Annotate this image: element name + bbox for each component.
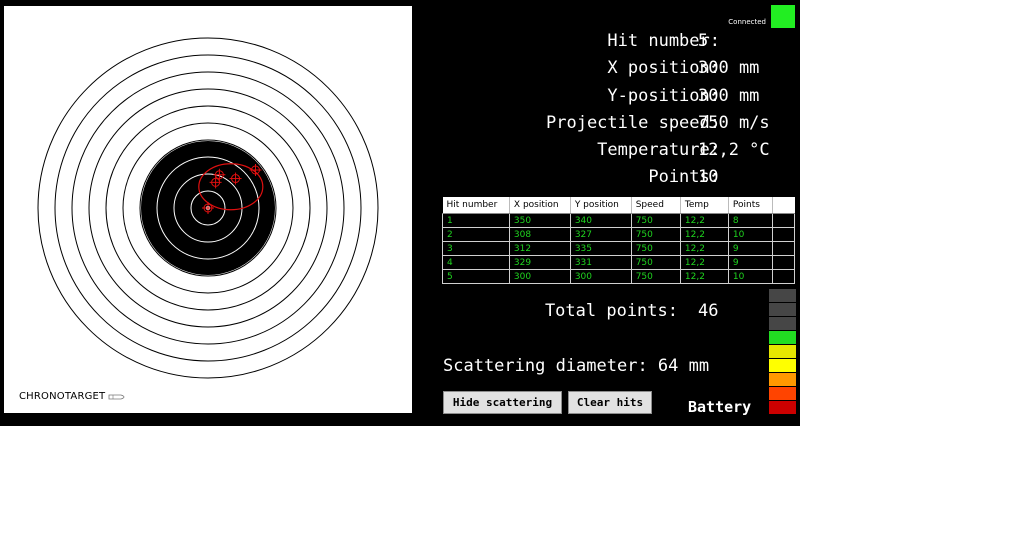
table-cell: 8 (727, 213, 774, 228)
table-cell: 9 (727, 241, 774, 256)
total-points-label: Total points: (544, 301, 678, 321)
battery-segment (769, 387, 796, 401)
x-position-label: X position: (607, 58, 720, 78)
table-cell: 750 (630, 255, 681, 270)
column-header[interactable]: Hit number (442, 197, 510, 214)
points-label: Points: (648, 167, 720, 187)
battery-segment (769, 303, 796, 317)
table-cell (772, 213, 795, 228)
table-cell: 750 (630, 227, 681, 242)
app-window: CHRONOTARGET Connected Hit number: 5 X p… (0, 0, 800, 426)
table-cell: 331 (569, 255, 632, 270)
battery-level-indicator (769, 289, 796, 415)
battery-segment (769, 331, 796, 345)
table-cell: 300 (508, 269, 571, 284)
temperature-label: Temperature: (597, 140, 720, 160)
table-cell: 750 (630, 213, 681, 228)
table-cell: 300 (569, 269, 632, 284)
table-cell: 3 (442, 241, 510, 256)
points-value: 10 (698, 167, 719, 187)
hit-number-value: 5 (698, 31, 709, 51)
table-cell: 12,2 (679, 255, 729, 270)
table-cell: 2 (442, 227, 510, 242)
projectile-speed-label: Projectile speed: (546, 113, 720, 133)
table-cell: 350 (508, 213, 571, 228)
table-cell (772, 241, 795, 256)
clear-hits-button[interactable]: Clear hits (568, 391, 652, 414)
table-cell: 308 (508, 227, 571, 242)
table-cell: 750 (630, 241, 681, 256)
table-cell: 335 (569, 241, 632, 256)
table-row[interactable]: 4 329 331 750 12,2 9 (442, 255, 795, 270)
table-cell: 340 (569, 213, 632, 228)
table-cell: 12,2 (679, 227, 729, 242)
column-header[interactable]: Speed (631, 197, 681, 214)
brand-logo-text: CHRONOTARGET (19, 391, 106, 402)
column-header[interactable]: Temp (680, 197, 729, 214)
table-cell: 1 (442, 213, 510, 228)
table-cell: 12,2 (679, 241, 729, 256)
table-cell: 10 (727, 269, 774, 284)
table-cell (772, 255, 795, 270)
hit-number-label: Hit number: (607, 31, 720, 51)
table-cell: 9 (727, 255, 774, 270)
total-points-value: 46 (698, 301, 719, 321)
battery-label: Battery (688, 398, 752, 416)
table-cell: 5 (442, 269, 510, 284)
table-row[interactable]: 2 308 327 750 12,2 10 (442, 227, 795, 242)
column-header[interactable]: Y position (570, 197, 632, 214)
table-cell: 4 (442, 255, 510, 270)
projectile-speed-value: 750 m/s (698, 113, 770, 133)
battery-segment (769, 401, 796, 415)
table-cell (772, 269, 795, 284)
table-header-row: Hit number X position Y position Speed T… (442, 197, 795, 214)
table-row[interactable]: 5 300 300 750 12,2 10 (442, 269, 795, 284)
table-cell: 327 (569, 227, 632, 242)
table-cell: 329 (508, 255, 571, 270)
target-face (37, 37, 379, 379)
table-row[interactable]: 3 312 335 750 12,2 9 (442, 241, 795, 256)
table-cell: 10 (727, 227, 774, 242)
battery-segment (769, 359, 796, 373)
battery-segment (769, 317, 796, 331)
connection-status-label: Connected (728, 18, 766, 26)
y-position-value: 300 mm (698, 86, 760, 106)
table-row[interactable]: 1 350 340 750 12,2 8 (442, 213, 795, 228)
table-cell: 12,2 (679, 269, 729, 284)
column-header (772, 197, 795, 214)
hide-scattering-button[interactable]: Hide scattering (443, 391, 562, 414)
column-header[interactable]: Points (728, 197, 774, 214)
column-header[interactable]: X position (509, 197, 571, 214)
x-position-value: 300 mm (698, 58, 760, 78)
temperature-value: 12,2 °C (698, 140, 770, 160)
y-position-label: Y-position: (607, 86, 720, 106)
battery-segment (769, 345, 796, 359)
table-cell: 312 (508, 241, 571, 256)
table-cell: 750 (630, 269, 681, 284)
hits-table: Hit number X position Y position Speed T… (442, 197, 795, 284)
table-cell (772, 227, 795, 242)
battery-segment (769, 373, 796, 387)
connection-status-indicator (771, 5, 795, 28)
scattering-diameter-label: Scattering diameter: 64 mm (443, 356, 710, 376)
bullet-icon (108, 394, 125, 400)
battery-segment (769, 289, 796, 303)
table-cell: 12,2 (679, 213, 729, 228)
target-panel: CHRONOTARGET (4, 6, 412, 413)
